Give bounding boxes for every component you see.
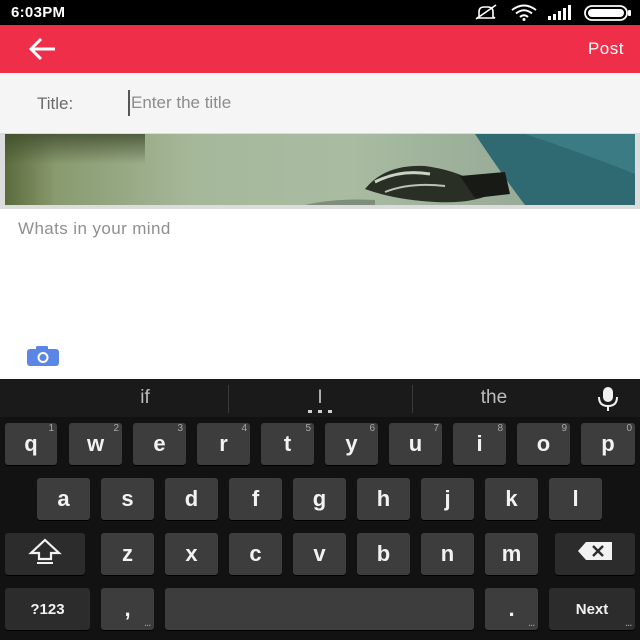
microphone-icon[interactable] bbox=[594, 385, 622, 413]
key-x[interactable]: x bbox=[165, 533, 218, 575]
wifi-icon bbox=[510, 4, 538, 21]
shift-icon bbox=[28, 537, 62, 571]
key-v[interactable]: v bbox=[293, 533, 346, 575]
key-o[interactable]: o9 bbox=[517, 423, 570, 465]
suggestion-bar: if I the bbox=[0, 379, 640, 417]
key-q[interactable]: q1 bbox=[5, 423, 57, 465]
backspace-icon bbox=[577, 541, 613, 567]
suggestion-more-dots bbox=[308, 410, 332, 413]
suggestion-divider bbox=[228, 385, 229, 413]
next-key[interactable]: Next... bbox=[549, 588, 635, 630]
key-d[interactable]: d bbox=[165, 478, 218, 520]
key-j[interactable]: j bbox=[421, 478, 474, 520]
key-n[interactable]: n bbox=[421, 533, 474, 575]
title-label: Title: bbox=[37, 94, 74, 113]
comma-key[interactable]: ,... bbox=[101, 588, 154, 630]
post-button[interactable]: Post bbox=[588, 39, 624, 59]
key-m[interactable]: m bbox=[485, 533, 538, 575]
camera-icon[interactable] bbox=[26, 345, 60, 367]
key-i[interactable]: i8 bbox=[453, 423, 506, 465]
key-h[interactable]: h bbox=[357, 478, 410, 520]
shift-key[interactable] bbox=[5, 533, 85, 575]
key-r[interactable]: r4 bbox=[197, 423, 250, 465]
key-z[interactable]: z bbox=[101, 533, 154, 575]
key-c[interactable]: c bbox=[229, 533, 282, 575]
key-s[interactable]: s bbox=[101, 478, 154, 520]
key-w[interactable]: w2 bbox=[69, 423, 122, 465]
key-f[interactable]: f bbox=[229, 478, 282, 520]
message-area bbox=[0, 209, 640, 379]
battery-icon bbox=[584, 4, 632, 21]
soft-keyboard: if I the q1 w2 e3 r4 t5 y6 u7 i8 o9 p0 a… bbox=[0, 379, 640, 640]
mute-icon bbox=[474, 4, 500, 21]
key-p[interactable]: p0 bbox=[581, 423, 635, 465]
suggestion-divider bbox=[412, 385, 413, 413]
app-bar: Post bbox=[0, 25, 640, 73]
key-g[interactable]: g bbox=[293, 478, 346, 520]
status-icons bbox=[474, 3, 632, 22]
back-arrow-icon[interactable] bbox=[22, 35, 62, 63]
key-b[interactable]: b bbox=[357, 533, 410, 575]
backspace-key[interactable] bbox=[555, 533, 635, 575]
key-u[interactable]: u7 bbox=[389, 423, 442, 465]
suggestion-2[interactable]: I bbox=[275, 387, 365, 409]
suggestion-3[interactable]: the bbox=[449, 387, 539, 409]
message-input[interactable] bbox=[18, 219, 618, 329]
key-y[interactable]: y6 bbox=[325, 423, 378, 465]
suggestion-1[interactable]: if bbox=[100, 387, 190, 409]
title-input[interactable] bbox=[128, 90, 608, 116]
status-time: 6:03PM bbox=[11, 4, 66, 21]
attached-image[interactable] bbox=[5, 134, 635, 205]
title-row: Title: bbox=[0, 73, 640, 133]
symbols-key[interactable]: ?123 bbox=[5, 588, 90, 630]
period-key[interactable]: .... bbox=[485, 588, 538, 630]
key-a[interactable]: a bbox=[37, 478, 90, 520]
status-bar: 6:03PM bbox=[0, 0, 640, 25]
key-l[interactable]: l bbox=[549, 478, 602, 520]
space-bar[interactable] bbox=[165, 588, 474, 630]
signal-icon bbox=[548, 5, 574, 20]
key-t[interactable]: t5 bbox=[261, 423, 314, 465]
key-e[interactable]: e3 bbox=[133, 423, 186, 465]
image-frame bbox=[0, 133, 640, 209]
key-k[interactable]: k bbox=[485, 478, 538, 520]
